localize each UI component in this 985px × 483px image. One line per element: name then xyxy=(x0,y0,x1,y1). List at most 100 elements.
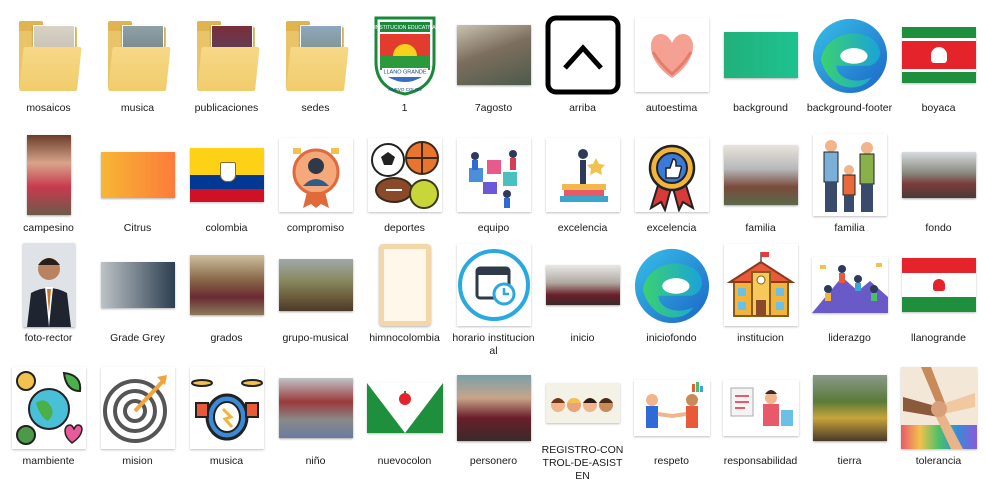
svg-text:LLANO GRANDE: LLANO GRANDE xyxy=(383,70,426,76)
file-label: personero xyxy=(469,455,518,467)
students-photo-image xyxy=(545,265,620,305)
file-label: responsabilidad xyxy=(723,455,798,467)
file-label: himnocolombia xyxy=(369,332,440,344)
parchment-image xyxy=(378,244,431,326)
file-label: background xyxy=(733,102,788,114)
file-item-tierra[interactable]: tierra xyxy=(805,363,894,483)
file-item-iniciofondo[interactable]: iniciofondo xyxy=(627,240,716,363)
file-item-background-footer[interactable]: background-footer xyxy=(805,10,894,130)
file-item-institucion[interactable]: institucion xyxy=(716,240,805,363)
family-icon xyxy=(812,134,887,216)
file-item-mambiente[interactable]: mambiente xyxy=(4,363,93,483)
file-item-grade-grey[interactable]: Grade Grey xyxy=(93,240,182,363)
sports-balls-icon xyxy=(367,138,442,212)
file-label: nuevocolon xyxy=(377,455,432,467)
file-item-compromiso[interactable]: compromiso xyxy=(271,130,360,240)
file-label: background-footer xyxy=(806,102,893,114)
file-item-mision[interactable]: mision xyxy=(93,363,182,483)
file-item-mosaicos[interactable]: mosaicos xyxy=(4,10,93,130)
file-item-campesino[interactable]: campesino xyxy=(4,130,93,240)
file-item-1[interactable]: INSTITUCION EDUCATIVA LLANO GRANDE NUEVO… xyxy=(360,10,449,130)
file-item-responsabilidad[interactable]: responsabilidad xyxy=(716,363,805,483)
file-item-excelencia[interactable]: excelencia xyxy=(538,130,627,240)
file-item-familia-2[interactable]: familia xyxy=(805,130,894,240)
file-item-background[interactable]: background xyxy=(716,10,805,130)
file-item-registro-control-de-asisten[interactable]: REGISTRO-CONTROL-DE-ASISTEN xyxy=(538,363,627,483)
group-photo-image xyxy=(456,25,531,85)
puzzle-team-icon xyxy=(456,138,531,212)
file-item-himnocolombia[interactable]: himnocolombia xyxy=(360,240,449,363)
file-item-liderazgo[interactable]: liderazgo xyxy=(805,240,894,363)
chevron-up-icon xyxy=(545,15,620,95)
file-item-sedes[interactable]: sedes xyxy=(271,10,360,130)
file-item-nuevocolon[interactable]: nuevocolon xyxy=(360,363,449,483)
file-item-nino[interactable]: niño xyxy=(271,363,360,483)
graduation-photo-image xyxy=(189,255,264,315)
calendar-clock-icon xyxy=(456,244,531,326)
svg-text:NUEVO COLON: NUEVO COLON xyxy=(388,87,421,92)
file-item-familia[interactable]: familia xyxy=(716,130,805,240)
grey-gradient-image xyxy=(100,262,175,308)
file-label: institucion xyxy=(737,332,784,344)
file-item-citrus[interactable]: Citrus xyxy=(93,130,182,240)
file-label: iniciofondo xyxy=(646,332,697,344)
gradient-image xyxy=(723,32,798,78)
garden-photo-image xyxy=(812,375,887,441)
colombia-flag-image xyxy=(189,148,264,202)
environment-icon xyxy=(11,367,86,449)
file-item-autoestima[interactable]: autoestima xyxy=(627,10,716,130)
file-label: Grade Grey xyxy=(110,332,165,344)
file-item-boyaca[interactable]: boyaca xyxy=(894,10,983,130)
file-label: excelencia xyxy=(646,222,697,234)
kids-faces-icon xyxy=(545,382,620,423)
band-photo-image xyxy=(278,259,353,311)
drums-icon xyxy=(189,367,264,449)
file-item-fondo[interactable]: fondo xyxy=(894,130,983,240)
file-item-musica-2[interactable]: musica xyxy=(182,363,271,483)
file-item-foto-rector[interactable]: foto-rector xyxy=(4,240,93,363)
file-item-colombia[interactable]: colombia xyxy=(182,130,271,240)
personero-photo-image xyxy=(456,375,531,441)
file-label: mambiente xyxy=(22,455,75,467)
file-label: familia xyxy=(745,222,776,234)
file-item-7agosto[interactable]: 7agosto xyxy=(449,10,538,130)
school-building-icon xyxy=(723,244,798,326)
file-item-grados[interactable]: grados xyxy=(182,240,271,363)
file-label: excelencia xyxy=(557,222,608,234)
file-item-musica[interactable]: musica xyxy=(93,10,182,130)
file-item-horario-institucional[interactable]: horario institucional xyxy=(449,240,538,363)
file-icon-grid: mosaicos musica publicaciones sedes INST… xyxy=(4,10,983,483)
file-label: boyaca xyxy=(921,102,956,114)
file-item-personero[interactable]: personero xyxy=(449,363,538,483)
file-item-llanogrande[interactable]: llanogrande xyxy=(894,240,983,363)
folder-icon xyxy=(196,19,260,91)
file-label: grados xyxy=(210,332,243,344)
file-item-excelencia-2[interactable]: excelencia xyxy=(627,130,716,240)
file-label: 1 xyxy=(401,102,408,114)
file-item-respeto[interactable]: respeto xyxy=(627,363,716,483)
nuevocolon-flag-image xyxy=(366,383,443,433)
file-label: respeto xyxy=(653,455,690,467)
folder-icon xyxy=(285,19,349,91)
file-label: equipo xyxy=(477,222,510,234)
file-label: foto-rector xyxy=(24,332,73,344)
leadership-icon xyxy=(811,257,888,313)
handshake-icon xyxy=(633,380,710,436)
file-item-inicio[interactable]: inicio xyxy=(538,240,627,363)
file-label: tierra xyxy=(837,455,862,467)
file-item-tolerancia[interactable]: tolerancia xyxy=(894,363,983,483)
file-item-publicaciones[interactable]: publicaciones xyxy=(182,10,271,130)
citrus-gradient-image xyxy=(100,152,175,198)
file-label: llanogrande xyxy=(911,332,966,344)
boyaca-flag-image xyxy=(901,27,976,83)
file-label: campesino xyxy=(23,222,74,234)
file-label: sedes xyxy=(301,102,330,114)
file-item-grupo-musical[interactable]: grupo-musical xyxy=(271,240,360,363)
file-item-equipo[interactable]: equipo xyxy=(449,130,538,240)
file-label: tolerancia xyxy=(915,455,962,467)
file-label: Citrus xyxy=(123,222,152,234)
hallway-photo-image xyxy=(278,378,353,438)
books-trophy-icon xyxy=(545,138,620,212)
file-item-arriba[interactable]: arriba xyxy=(538,10,627,130)
file-item-deportes[interactable]: deportes xyxy=(360,130,449,240)
